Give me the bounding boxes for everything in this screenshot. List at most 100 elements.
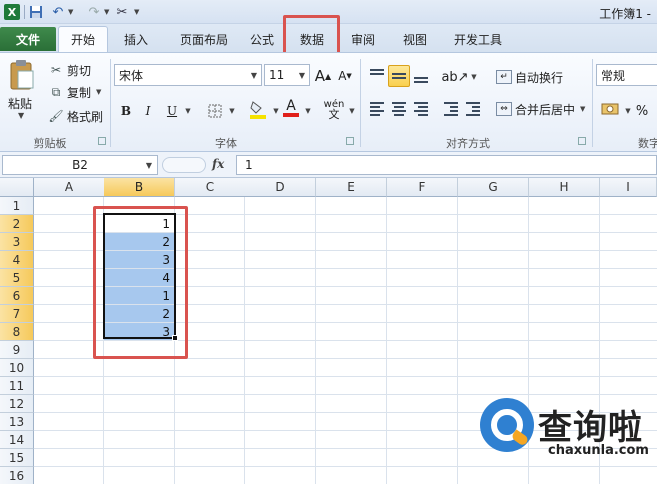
tab-home[interactable]: 开始 [58, 26, 108, 52]
row-header-4[interactable]: 4 [0, 251, 34, 269]
accounting-dropdown-icon[interactable]: ▼ [624, 101, 632, 121]
formula-input[interactable]: 1 [236, 155, 657, 175]
copy-dropdown-icon[interactable]: ▼ [96, 88, 101, 96]
bold-button[interactable]: B [118, 101, 134, 121]
align-top-button[interactable] [366, 65, 388, 87]
column-header-c[interactable]: C [175, 178, 246, 197]
tab-file[interactable]: 文件 [0, 27, 56, 51]
redo-dropdown-icon[interactable]: ▼ [104, 3, 109, 21]
shrink-font-icon: A [338, 69, 347, 83]
decrease-indent-button[interactable] [440, 98, 462, 120]
paint-bucket-icon [250, 101, 266, 119]
orientation-dropdown-icon[interactable]: ▼ [470, 67, 478, 87]
excel-logo-icon[interactable]: X [4, 4, 20, 20]
paste-dropdown-icon[interactable]: ▼ [18, 111, 24, 120]
shrink-font-button[interactable]: A ▼ [336, 66, 354, 86]
font-name-select[interactable]: 宋体 ▼ [114, 64, 262, 86]
border-dropdown-icon[interactable]: ▼ [228, 101, 236, 121]
increase-indent-button[interactable] [462, 98, 484, 120]
formula-bar-splitter[interactable] [162, 157, 206, 173]
font-color-dropdown-icon[interactable]: ▼ [304, 101, 312, 121]
row-header-9[interactable]: 9 [0, 341, 34, 359]
select-all-corner[interactable] [0, 178, 34, 197]
undo-dropdown-icon[interactable]: ▼ [68, 3, 73, 21]
row-header-14[interactable]: 14 [0, 431, 34, 449]
column-header-i[interactable]: I [600, 178, 657, 197]
row-header-12[interactable]: 12 [0, 395, 34, 413]
underline-dropdown-icon[interactable]: ▼ [184, 101, 192, 121]
italic-button[interactable]: I [140, 101, 156, 121]
grid-column-line [386, 197, 387, 484]
tab-formulas[interactable]: 公式 [240, 26, 284, 52]
paste-icon[interactable] [8, 59, 36, 90]
tab-insert[interactable]: 插入 [112, 26, 160, 52]
column-header-b[interactable]: B [104, 178, 175, 197]
column-header-g[interactable]: G [458, 178, 529, 197]
grow-font-icon: A [314, 67, 326, 85]
watermark-url: chaxunla.com [548, 443, 649, 458]
align-center-button[interactable] [388, 98, 410, 120]
redo-icon[interactable]: ↷ [86, 3, 102, 21]
quick-access-menu-icon[interactable]: ▼ [134, 3, 139, 21]
row-header-1[interactable]: 1 [0, 197, 34, 215]
phonetic-guide-button[interactable]: wén 文 [322, 100, 346, 121]
paste-button[interactable]: 粘贴 [8, 95, 32, 112]
align-middle-button[interactable] [388, 65, 410, 87]
alignment-launcher-icon[interactable] [578, 137, 586, 145]
tab-view[interactable]: 视图 [392, 26, 438, 52]
merge-center-button[interactable]: ⇔ 合并后居中 ▼ [496, 99, 585, 119]
align-left-button[interactable] [366, 98, 388, 120]
save-icon[interactable] [28, 3, 44, 21]
column-header-h[interactable]: H [529, 178, 600, 197]
percent-style-button[interactable]: % [634, 101, 650, 121]
copy-label: 复制 [67, 85, 92, 100]
tab-developer[interactable]: 开发工具 [444, 26, 512, 52]
tab-review[interactable]: 审阅 [340, 26, 386, 52]
underline-button[interactable]: U [164, 101, 180, 121]
column-header-e[interactable]: E [316, 178, 387, 197]
row-header-7[interactable]: 7 [0, 305, 34, 323]
row-header-2[interactable]: 2 [0, 215, 34, 233]
row-header-13[interactable]: 13 [0, 413, 34, 431]
border-icon [208, 104, 222, 118]
name-box[interactable]: B2 ▼ [2, 155, 158, 175]
row-header-3[interactable]: 3 [0, 233, 34, 251]
row-header-5[interactable]: 5 [0, 269, 34, 287]
wrap-text-button[interactable]: ↵ 自动换行 [496, 67, 563, 87]
fill-color-button[interactable] [248, 99, 268, 119]
fill-color-dropdown-icon[interactable]: ▼ [272, 101, 280, 121]
paintbrush-icon: 🖌 [48, 109, 64, 123]
column-header-a[interactable]: A [34, 178, 105, 197]
column-header-d[interactable]: D [245, 178, 316, 197]
insert-function-icon[interactable]: fx [212, 157, 224, 171]
font-launcher-icon[interactable] [346, 137, 354, 145]
grow-font-button[interactable]: A ▲ [314, 66, 332, 86]
number-group-label: 数字 [638, 137, 657, 150]
column-header-f[interactable]: F [387, 178, 458, 197]
accounting-format-button[interactable] [600, 99, 620, 119]
orientation-button[interactable]: ab↗ [441, 67, 468, 87]
align-right-button[interactable] [410, 98, 432, 120]
row-header-15[interactable]: 15 [0, 449, 34, 467]
cut-label: 剪切 [67, 63, 92, 78]
phonetic-dropdown-icon[interactable]: ▼ [348, 101, 356, 121]
clipboard-group-label: 剪贴板 [33, 137, 67, 150]
tab-page-layout[interactable]: 页面布局 [164, 26, 244, 52]
font-size-select[interactable]: 11 ▼ [264, 64, 310, 86]
format-painter-button[interactable]: 🖌 格式刷 [48, 107, 103, 125]
row-header-6[interactable]: 6 [0, 287, 34, 305]
merge-dropdown-icon[interactable]: ▼ [580, 105, 585, 113]
row-header-10[interactable]: 10 [0, 359, 34, 377]
clipboard-launcher-icon[interactable] [98, 137, 106, 145]
copy-button[interactable]: ⧉ 复制 ▼ [48, 83, 102, 101]
row-header-11[interactable]: 11 [0, 377, 34, 395]
align-bottom-button[interactable] [410, 65, 432, 87]
customize-tool-icon[interactable]: ✂ [114, 3, 130, 21]
number-format-select[interactable]: 常规 [596, 64, 657, 86]
row-header-16[interactable]: 16 [0, 467, 34, 484]
font-color-button[interactable]: A [282, 98, 300, 118]
cut-button[interactable]: ✂ 剪切 [48, 61, 91, 79]
undo-icon[interactable]: ↶ [50, 3, 66, 21]
border-button[interactable] [206, 101, 224, 121]
row-header-8[interactable]: 8 [0, 323, 34, 341]
